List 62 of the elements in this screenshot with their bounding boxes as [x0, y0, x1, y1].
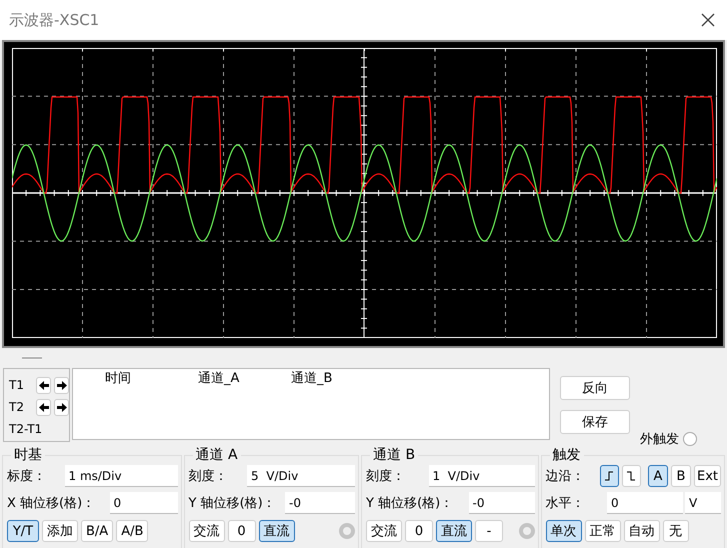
arrow-button[interactable] [54, 398, 69, 416]
scale-field[interactable]: 1 ms/Div [64, 465, 178, 487]
edge-button[interactable] [600, 465, 619, 487]
action-button[interactable]: 保存 [560, 410, 630, 434]
left-arrow-icon [38, 380, 48, 390]
group-title: 通道 A [194, 446, 239, 464]
action-button[interactable]: 反向 [560, 376, 630, 400]
mode-button[interactable]: B/A [81, 520, 114, 542]
field-label: 标度： [7, 468, 46, 485]
position-field[interactable]: 0 [110, 492, 178, 514]
arrow-button[interactable] [36, 398, 51, 416]
mode-button[interactable]: - [475, 520, 504, 542]
position-field[interactable]: -0 [285, 492, 356, 514]
column-header: 通道_B [291, 370, 334, 388]
unit-field[interactable]: V [685, 492, 721, 514]
mode-button[interactable]: 添加 [42, 520, 78, 542]
field-label: 水平： [546, 495, 585, 512]
mode-button[interactable]: 单次 [546, 520, 582, 542]
window-title: 示波器-XSC1 [9, 10, 100, 30]
mode-button[interactable]: 自动 [624, 520, 660, 542]
field-label: Y 轴位移(格)： [366, 495, 454, 512]
mode-button[interactable]: Y/T [7, 520, 39, 542]
close-icon[interactable] [701, 13, 715, 27]
field-label: 刻度： [188, 468, 228, 485]
mode-button[interactable]: 交流 [188, 520, 224, 542]
mode-button[interactable]: 0 [228, 520, 256, 542]
column-header: 通道_A [198, 370, 240, 388]
mode-button[interactable]: 交流 [366, 520, 402, 542]
field-label: Y 轴位移(格)： [188, 495, 276, 512]
field-label: 边沿： [546, 468, 585, 485]
field-label: 刻度： [366, 468, 406, 485]
position-field[interactable]: -0 [468, 492, 535, 514]
cursor-label: T1 [9, 378, 25, 392]
mode-button[interactable]: A/B [116, 520, 148, 542]
scale-field[interactable]: 1 V/Div [428, 465, 535, 487]
mode-button[interactable]: 0 [405, 520, 434, 542]
source-button[interactable]: A [648, 465, 668, 487]
right-arrow-icon [56, 402, 66, 412]
cursor-label: T2 [9, 400, 25, 414]
group-title: 通道 B [372, 446, 416, 464]
column-header: 时间 [105, 370, 132, 388]
field-label: X 轴位移(格)： [7, 495, 96, 512]
source-button[interactable]: B [670, 465, 691, 487]
falling-edge-icon [626, 470, 636, 482]
right-arrow-icon [56, 380, 66, 390]
mode-button[interactable]: 直流 [258, 520, 294, 542]
source-button[interactable]: Ext [694, 465, 721, 487]
mode-button[interactable]: 无 [662, 520, 689, 542]
level-field[interactable]: 0 [607, 492, 683, 514]
radio-button[interactable] [683, 432, 697, 446]
splitter-handle-icon[interactable] [22, 357, 42, 359]
mode-button[interactable]: 直流 [436, 520, 472, 542]
scale-field[interactable]: 5 V/Div [247, 465, 356, 487]
arrow-button[interactable] [54, 376, 69, 394]
left-arrow-icon [38, 402, 48, 412]
cursor-label: T2-T1 [9, 422, 42, 436]
mode-button[interactable]: 正常 [584, 520, 621, 542]
ext-trigger-label: 外触发 [640, 431, 679, 448]
group-title: 时基 [13, 446, 43, 464]
group-title: 触发 [552, 446, 582, 464]
rising-edge-icon [604, 470, 614, 482]
arrow-button[interactable] [36, 376, 51, 394]
